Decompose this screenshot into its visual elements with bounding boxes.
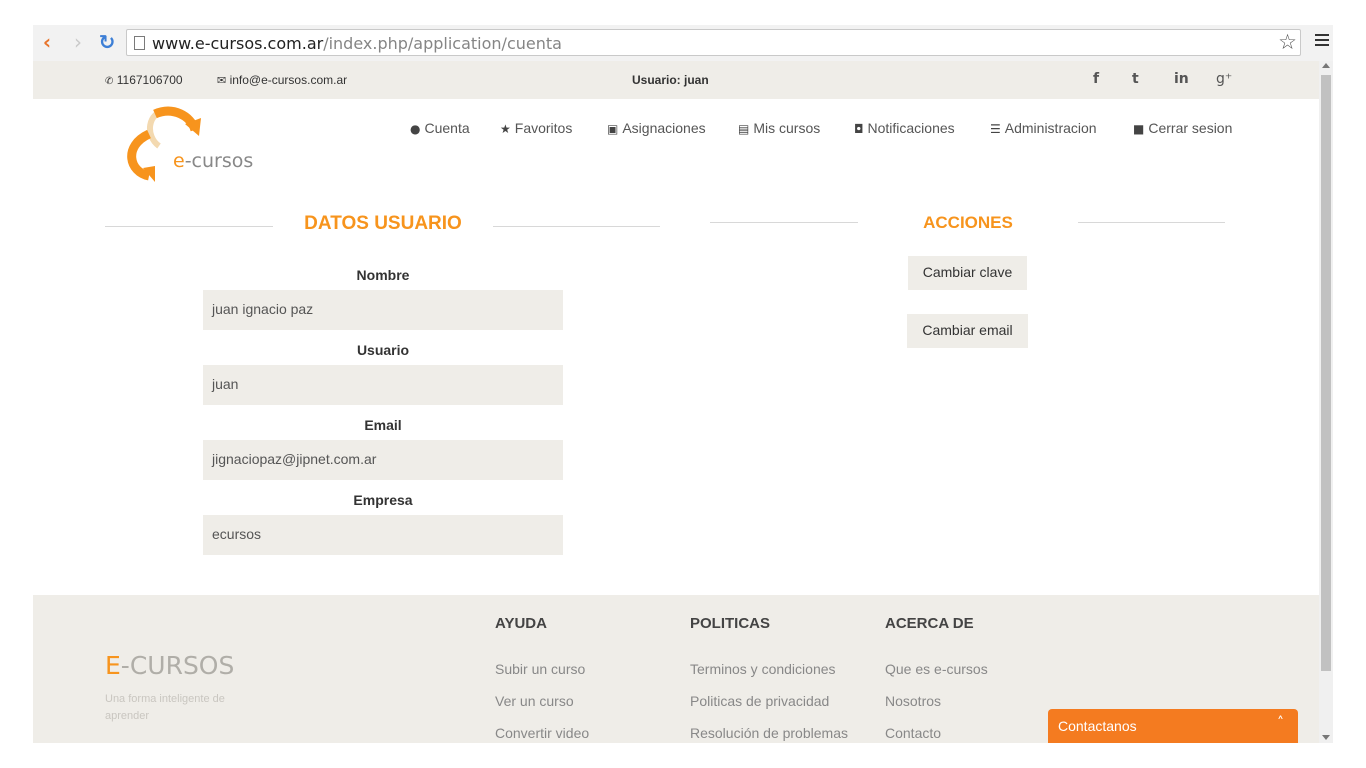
contact-widget[interactable]: Contactanos ˄ <box>1048 709 1298 743</box>
url-path: /index.php/application/cuenta <box>323 34 562 53</box>
divider-line <box>710 222 858 223</box>
phone-icon: ✆ <box>105 76 114 87</box>
assign-icon: ▣ <box>607 122 619 136</box>
url-domain: www.e-cursos.com.ar <box>152 34 324 53</box>
scrollbar[interactable] <box>1319 61 1333 743</box>
menu-icon[interactable] <box>1315 34 1329 46</box>
back-icon[interactable]: ‹ <box>36 30 58 54</box>
document-icon: ▤ <box>738 122 750 136</box>
divider-line <box>105 226 273 227</box>
usuario-field[interactable]: juan <box>203 365 563 405</box>
e-cursos-logo[interactable] <box>115 106 255 186</box>
footer-brand-rest: -CURSOS <box>120 651 235 680</box>
footer-heading-politicas: POLITICAS <box>690 615 771 632</box>
page-icon <box>134 36 145 50</box>
inbox-icon: ◘ <box>854 122 864 136</box>
footer-tagline: Una forma inteligente de aprender <box>105 693 225 722</box>
top-info-bar: ✆ 1167106700 ✉ info@e-cursos.com.ar Usua… <box>33 61 1319 99</box>
cambiar-email-button[interactable]: Cambiar email <box>907 314 1028 348</box>
footer-link[interactable]: Terminos y condiciones <box>690 661 836 677</box>
nombre-label: Nombre <box>356 267 410 283</box>
logo-text: e-cursos <box>173 150 253 172</box>
chevron-up-icon[interactable]: ˄ <box>1277 715 1284 731</box>
scroll-up-arrow-icon[interactable] <box>1322 63 1330 68</box>
footer-link[interactable]: Subir un curso <box>495 661 585 677</box>
email-contact[interactable]: ✉ info@e-cursos.com.ar <box>217 73 347 87</box>
footer-link[interactable]: Politicas de privacidad <box>690 693 829 709</box>
nav-label: Cuenta <box>424 120 470 136</box>
screen: ‹ › ↻ www.e-cursos.com.ar/index.php/appl… <box>0 0 1366 768</box>
url-text[interactable]: www.e-cursos.com.ar/index.php/applicatio… <box>152 34 562 53</box>
nav-label: Asignaciones <box>622 120 706 136</box>
nav-label: Mis cursos <box>753 120 821 136</box>
email-field[interactable]: jignaciopaz@jipnet.com.ar <box>203 440 563 480</box>
nav-mis-cursos[interactable]: ▤ Mis cursos <box>738 120 820 136</box>
footer-link[interactable]: Nosotros <box>885 693 941 709</box>
star-icon: ★ <box>500 122 511 136</box>
reload-icon[interactable]: ↻ <box>96 30 118 54</box>
scroll-down-arrow-icon[interactable] <box>1322 735 1330 740</box>
footer-link[interactable]: Resolución de problemas <box>690 725 848 741</box>
nav-administracion[interactable]: ☰ Administracion <box>990 120 1097 136</box>
email-label: Email <box>364 417 402 433</box>
nav-label: Favoritos <box>514 120 573 136</box>
list-icon: ☰ <box>990 122 1001 136</box>
lock-icon: ■ <box>1133 122 1145 136</box>
footer-brand: E-CURSOS <box>105 651 234 680</box>
logo-text-rest: -cursos <box>184 150 254 172</box>
footer-heading-ayuda: AYUDA <box>495 615 547 632</box>
nombre-field[interactable]: juan ignacio paz <box>203 290 563 330</box>
facebook-icon[interactable]: f <box>1093 71 1099 87</box>
usuario-label: Usuario <box>356 342 410 358</box>
browser-toolbar: ‹ › ↻ www.e-cursos.com.ar/index.php/appl… <box>33 25 1333 61</box>
email-address: info@e-cursos.com.ar <box>229 73 348 87</box>
contact-widget-label: Contactanos <box>1058 718 1137 734</box>
footer-brand-e: E <box>105 651 121 680</box>
nav-cerrar-sesion[interactable]: ■ Cerrar sesion <box>1133 120 1232 136</box>
address-bar[interactable]: www.e-cursos.com.ar/index.php/applicatio… <box>126 29 1301 56</box>
phone-contact: ✆ 1167106700 <box>105 73 183 87</box>
user-icon: ● <box>410 122 421 136</box>
cambiar-clave-button[interactable]: Cambiar clave <box>908 256 1027 290</box>
nav-label: Administracion <box>1004 120 1097 136</box>
linkedin-icon[interactable]: in <box>1174 71 1189 87</box>
nav-asignaciones[interactable]: ▣ Asignaciones <box>607 120 706 136</box>
footer-link[interactable]: Que es e-cursos <box>885 661 988 677</box>
scroll-thumb[interactable] <box>1321 75 1331 671</box>
nav-notificaciones[interactable]: ◘ Notificaciones <box>854 120 955 136</box>
nav-favoritos[interactable]: ★ Favoritos <box>500 120 572 136</box>
divider-line <box>1078 222 1225 223</box>
nav-label: Cerrar sesion <box>1148 120 1233 136</box>
footer-link[interactable]: Contacto <box>885 725 941 741</box>
envelope-icon: ✉ <box>217 74 227 87</box>
twitter-icon[interactable]: t <box>1132 71 1139 87</box>
current-user: Usuario: juan <box>632 73 709 87</box>
nav-cuenta[interactable]: ● Cuenta <box>410 120 470 136</box>
nav-label: Notificaciones <box>867 120 955 136</box>
bookmark-star-icon[interactable]: ☆ <box>1278 30 1297 54</box>
datos-usuario-title: DATOS USUARIO <box>304 213 462 234</box>
empresa-field[interactable]: ecursos <box>203 515 563 555</box>
footer-link[interactable]: Ver un curso <box>495 693 574 709</box>
phone-number: 1167106700 <box>116 73 183 87</box>
footer-link[interactable]: Convertir video <box>495 725 589 741</box>
acciones-title: ACCIONES <box>923 213 1013 232</box>
empresa-label: Empresa <box>353 492 413 508</box>
logo-text-e: e <box>173 150 185 172</box>
footer-heading-acerca-de: ACERCA DE <box>885 615 974 632</box>
forward-icon[interactable]: › <box>67 30 89 54</box>
google-plus-icon[interactable]: g⁺ <box>1216 71 1232 87</box>
divider-line <box>493 226 660 227</box>
